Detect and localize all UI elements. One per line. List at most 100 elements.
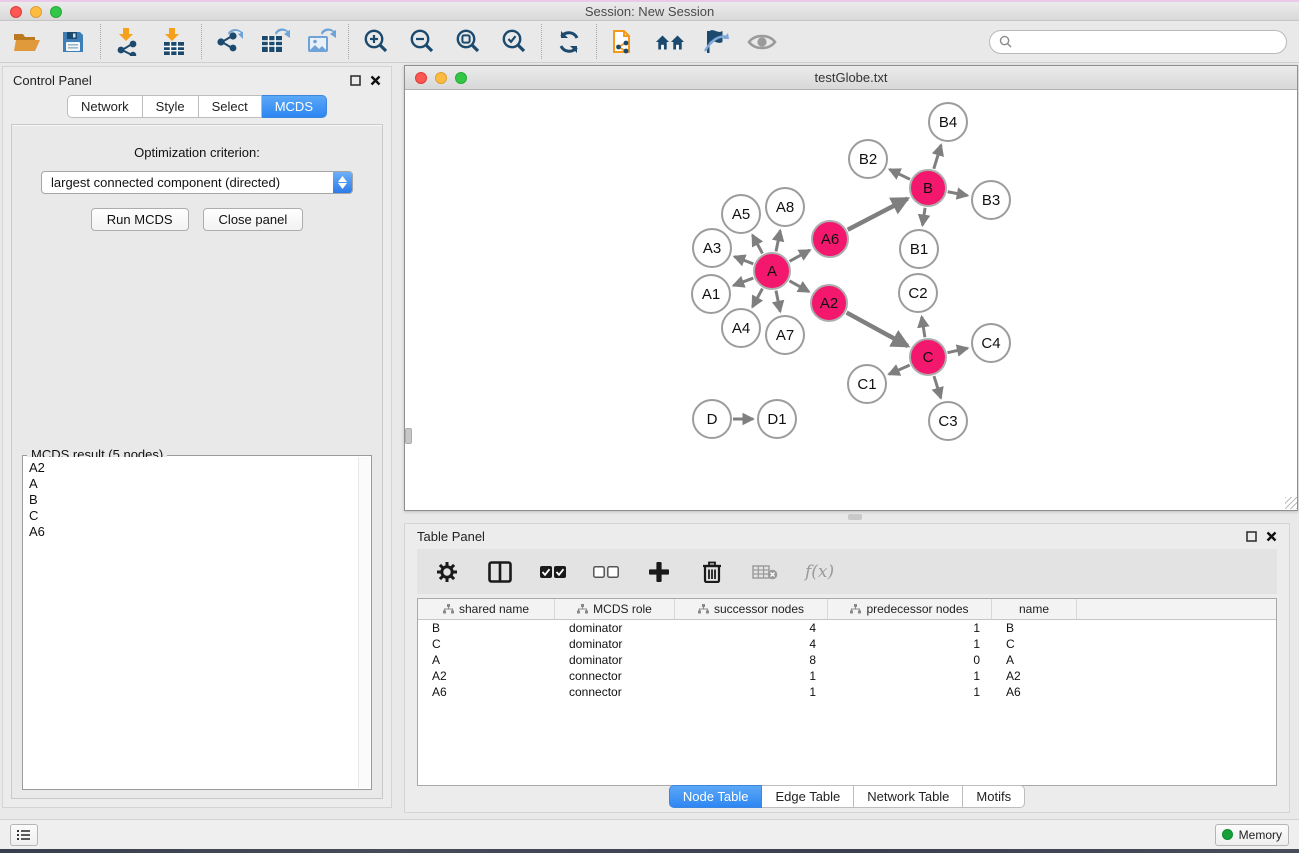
tab-style[interactable]: Style (143, 95, 199, 118)
network-window-titlebar[interactable]: testGlobe.txt (405, 66, 1297, 90)
search-field[interactable] (989, 30, 1287, 54)
column-view-icon[interactable] (487, 559, 513, 585)
network-vertical-scrollbar[interactable] (405, 428, 412, 444)
network-resize-grip[interactable] (1285, 497, 1297, 509)
export-table-icon[interactable] (260, 27, 290, 57)
select-all-icon[interactable] (540, 559, 566, 585)
zoom-selected-icon[interactable] (499, 27, 529, 57)
close-panel-icon[interactable] (370, 75, 381, 86)
graph-node-C2[interactable]: C2 (898, 273, 938, 313)
minimize-window-button[interactable] (30, 6, 42, 18)
graph-node-D1[interactable]: D1 (757, 399, 797, 439)
close-table-panel-icon[interactable] (1266, 531, 1277, 542)
zoom-fit-icon[interactable] (453, 27, 483, 57)
first-neighbors-icon[interactable] (655, 27, 685, 57)
mcds-result-item[interactable]: B (29, 492, 353, 508)
graph-node-A3[interactable]: A3 (692, 228, 732, 268)
network-close-button[interactable] (415, 72, 427, 84)
tab-select[interactable]: Select (199, 95, 262, 118)
column-header-name[interactable]: name (992, 599, 1077, 619)
graph-edge-A-A3[interactable] (734, 257, 753, 264)
graph-node-A4[interactable]: A4 (721, 308, 761, 348)
column-header-predecessor-nodes[interactable]: predecessor nodes (828, 599, 992, 619)
graph-edge-A-A6[interactable] (790, 250, 810, 261)
tab-mcds[interactable]: MCDS (262, 95, 327, 118)
graph-edge-A-A8[interactable] (776, 231, 780, 252)
zoom-out-icon[interactable] (407, 27, 437, 57)
network-zoom-button[interactable] (455, 72, 467, 84)
network-canvas[interactable]: B4B2BB3A5A8A6A3B1AA1C2A2A4A7C4CC1DD1C3 (405, 90, 1297, 509)
float-table-panel-icon[interactable] (1246, 531, 1257, 542)
graph-node-A7[interactable]: A7 (765, 315, 805, 355)
table-tab-edge-table[interactable]: Edge Table (762, 785, 854, 808)
tab-network[interactable]: Network (67, 95, 143, 118)
graph-edge-C-C2[interactable] (922, 317, 925, 338)
memory-button[interactable]: Memory (1215, 824, 1289, 846)
mcds-result-item[interactable]: A2 (29, 460, 353, 476)
column-header-successor-nodes[interactable]: successor nodes (675, 599, 828, 619)
task-history-button[interactable] (10, 824, 38, 846)
export-image-icon[interactable] (306, 27, 336, 57)
column-header-MCDS-role[interactable]: MCDS role (555, 599, 675, 619)
table-row[interactable]: Adominator80A (418, 652, 1276, 668)
delete-table-icon[interactable] (752, 559, 778, 585)
column-header-shared-name[interactable]: shared name (418, 599, 555, 619)
graph-edge-B-B3[interactable] (948, 192, 968, 196)
graph-node-C[interactable]: C (909, 338, 947, 376)
float-panel-icon[interactable] (350, 75, 361, 86)
graph-edge-A2-C[interactable] (847, 313, 908, 346)
mcds-result-scrollbar[interactable] (358, 457, 370, 788)
zoom-window-button[interactable] (50, 6, 62, 18)
table-row[interactable]: A2connector11A2 (418, 668, 1276, 684)
table-tab-motifs[interactable]: Motifs (963, 785, 1025, 808)
refresh-icon[interactable] (554, 27, 584, 57)
settings-gear-icon[interactable] (434, 559, 460, 585)
hide-selected-icon[interactable] (701, 27, 731, 57)
function-builder-icon[interactable]: f(x) (805, 562, 834, 582)
graph-node-B3[interactable]: B3 (971, 180, 1011, 220)
show-all-icon[interactable] (747, 27, 777, 57)
graph-edge-B-B2[interactable] (890, 169, 910, 179)
export-network-icon[interactable] (214, 27, 244, 57)
graph-edge-B-B1[interactable] (923, 208, 926, 225)
graph-node-A[interactable]: A (753, 252, 791, 290)
graph-node-A5[interactable]: A5 (721, 194, 761, 234)
graph-node-B2[interactable]: B2 (848, 139, 888, 179)
add-icon[interactable] (646, 559, 672, 585)
graph-node-C3[interactable]: C3 (928, 401, 968, 441)
graph-node-C1[interactable]: C1 (847, 364, 887, 404)
graph-node-B4[interactable]: B4 (928, 102, 968, 142)
network-horizontal-scrollbar[interactable] (848, 514, 862, 520)
mcds-result-item[interactable]: A (29, 476, 353, 492)
table-row[interactable]: Bdominator41B (418, 620, 1276, 636)
graph-edge-C-C3[interactable] (934, 376, 941, 398)
graph-edge-A-A2[interactable] (789, 281, 809, 292)
zoom-in-icon[interactable] (361, 27, 391, 57)
search-input[interactable] (1017, 35, 1277, 49)
table-row[interactable]: Cdominator41C (418, 636, 1276, 652)
import-table-icon[interactable] (159, 27, 189, 57)
graph-edge-A6-B[interactable] (848, 199, 908, 230)
graph-edge-A-A7[interactable] (776, 291, 780, 312)
graph-node-C4[interactable]: C4 (971, 323, 1011, 363)
run-mcds-button[interactable]: Run MCDS (91, 208, 189, 231)
open-session-icon[interactable] (12, 27, 42, 57)
graph-edge-A-A4[interactable] (752, 289, 762, 307)
mcds-result-item[interactable]: A6 (29, 524, 353, 540)
graph-edge-A-A5[interactable] (752, 235, 762, 253)
close-panel-button[interactable]: Close panel (203, 208, 304, 231)
mcds-result-list[interactable]: A2ABCA6 (24, 457, 358, 788)
graph-node-A2[interactable]: A2 (810, 284, 848, 322)
graph-edge-A-A1[interactable] (733, 278, 753, 285)
criterion-select[interactable]: largest connected component (directed) (41, 171, 353, 194)
import-network-icon[interactable] (113, 27, 143, 57)
save-session-icon[interactable] (58, 27, 88, 57)
graph-node-B[interactable]: B (909, 169, 947, 207)
graph-edge-C-C4[interactable] (948, 348, 968, 352)
delete-icon[interactable] (699, 559, 725, 585)
mcds-result-item[interactable]: C (29, 508, 353, 524)
network-minimize-button[interactable] (435, 72, 447, 84)
table-tab-node-table[interactable]: Node Table (669, 785, 763, 808)
graph-edge-B-B4[interactable] (934, 145, 941, 169)
graph-node-A6[interactable]: A6 (811, 220, 849, 258)
